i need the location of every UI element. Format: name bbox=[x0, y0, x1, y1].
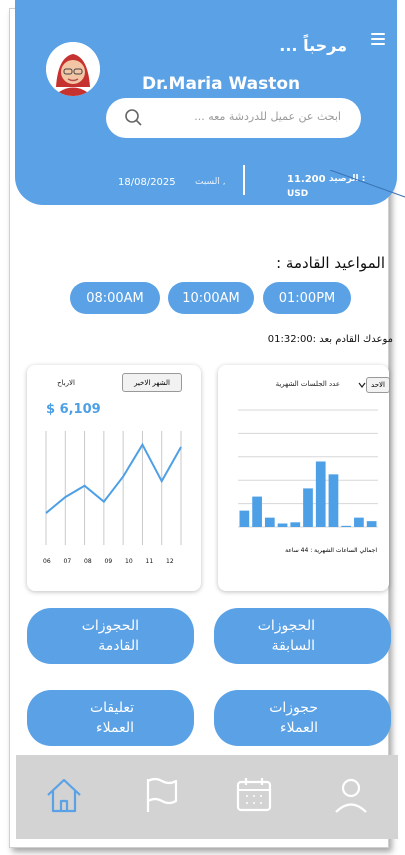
doctor-name: Dr.Maria Waston bbox=[142, 74, 301, 94]
x-tick-label: 12 bbox=[166, 558, 174, 565]
x-tick-label: 11 bbox=[146, 558, 154, 565]
x-tick-label: 07 bbox=[64, 558, 72, 565]
x-tick-label: 10 bbox=[125, 558, 133, 565]
session-bar bbox=[303, 488, 313, 527]
upcoming-bookings-button[interactable]: الحجوزات القادمة bbox=[27, 608, 194, 664]
calendar-icon[interactable] bbox=[234, 775, 274, 815]
appointment-chip[interactable]: 10:00AM bbox=[168, 282, 254, 314]
customer-reviews-label: تعليقات العملاء bbox=[89, 700, 134, 736]
customer-reviews-button[interactable]: تعليقات العملاء bbox=[27, 690, 194, 746]
profit-card: الارباح الشهر الاخير $ 6,109 06 07 08 09 10 1… bbox=[27, 365, 201, 591]
customer-bookings-label: حجوزات العملاء bbox=[269, 700, 318, 736]
monthly-hours-summary: اجمالي الساعات الشهرية : 44 ساعة bbox=[285, 547, 377, 554]
avatar[interactable] bbox=[46, 42, 100, 96]
previous-bookings-label: الحجوزات السابقة bbox=[257, 618, 315, 654]
menu-icon[interactable] bbox=[371, 33, 385, 45]
appointment-chip[interactable]: 01:00PM bbox=[263, 282, 351, 314]
session-bar bbox=[290, 522, 301, 527]
customer-bookings-button[interactable]: حجوزات العملاء bbox=[214, 690, 391, 746]
session-bar bbox=[341, 525, 352, 527]
home-icon[interactable] bbox=[44, 775, 84, 815]
pointer-line bbox=[330, 170, 405, 198]
x-tick-label: 06 bbox=[43, 558, 51, 565]
balance-value: 11.200 bbox=[287, 174, 326, 185]
x-tick-label: 08 bbox=[84, 558, 92, 565]
session-bar bbox=[354, 517, 364, 527]
upcoming-bookings-label: الحجوزات القادمة bbox=[81, 618, 139, 654]
flag-icon[interactable] bbox=[142, 775, 182, 815]
session-bar bbox=[277, 523, 288, 527]
session-bar bbox=[366, 521, 377, 527]
day-text: السبت , bbox=[195, 177, 226, 187]
upcoming-appointments-title: المواعيد القادمة : bbox=[276, 254, 385, 272]
profit-line-chart: 06 07 08 09 10 11 12 bbox=[43, 431, 182, 565]
search-bar[interactable]: ابحث عن عميل للدردشة معه ... bbox=[106, 98, 361, 138]
date-text: 18/08/2025 bbox=[118, 177, 176, 188]
bottom-navigation bbox=[16, 755, 398, 839]
search-input[interactable]: ابحث عن عميل للدردشة معه ... bbox=[194, 110, 341, 123]
session-bar bbox=[328, 474, 339, 527]
sessions-bar-chart bbox=[238, 409, 378, 528]
currency-label: USD bbox=[287, 189, 309, 199]
session-bar bbox=[315, 461, 326, 527]
session-bar bbox=[252, 496, 262, 527]
sessions-card: الاحد عدد الجلسات الشهرية اجمالي الساعات… bbox=[218, 365, 390, 591]
next-appointment-countdown: موعدك القادم بعد :01:32:00 bbox=[267, 334, 393, 345]
user-icon[interactable] bbox=[331, 775, 371, 815]
session-bar bbox=[264, 517, 275, 527]
header-divider bbox=[243, 165, 245, 195]
search-icon[interactable] bbox=[124, 108, 144, 128]
appointment-chip[interactable]: 08:00AM bbox=[70, 282, 160, 314]
welcome-text: مرحباً ... bbox=[279, 36, 347, 55]
profit-series-line bbox=[45, 442, 182, 514]
x-tick-label: 09 bbox=[105, 558, 113, 565]
previous-bookings-button[interactable]: الحجوزات السابقة bbox=[214, 608, 391, 664]
session-bar bbox=[239, 510, 250, 527]
